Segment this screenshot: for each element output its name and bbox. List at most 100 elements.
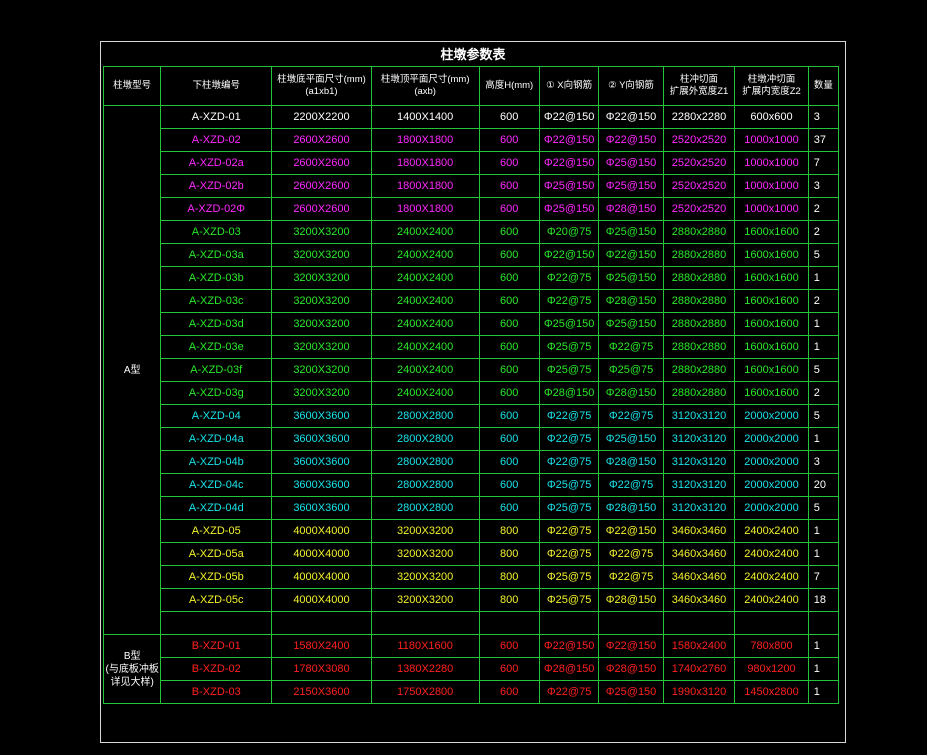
table-cell: 1750X2800	[370, 680, 480, 704]
table-cell: A-XZD-02b	[160, 174, 273, 198]
column-header: 高度H(mm)	[478, 66, 540, 106]
table-cell: 3600X3600	[271, 404, 372, 428]
table-cell: 3460x3460	[662, 542, 736, 566]
table-cell: 1	[807, 519, 840, 543]
table-row: A-XZD-05 4000X4000 3200X3200 800 Φ22@75 Φ22@1…	[104, 519, 840, 543]
table-cell: 1	[807, 680, 840, 704]
table-cell: A-XZD-04	[160, 404, 273, 428]
table-cell: Φ25@150	[538, 197, 600, 221]
table-cell: 1600x1600	[734, 266, 809, 290]
table-cell: 2800X2800	[370, 496, 480, 520]
table-cell: 2400x2400	[734, 519, 809, 543]
table-cell: 1180X1600	[370, 634, 480, 658]
table-cell: Φ28@150	[598, 381, 664, 405]
table-cell: A-XZD-05a	[160, 542, 273, 566]
table-cell: Φ28@150	[598, 197, 664, 221]
table-cell: 4000X4000	[271, 565, 372, 589]
table-row: A型 A-XZD-01 2200X2200 1400X1400 600 Φ22@150 Φ2…	[102, 105, 840, 635]
table-cell: 1000x1000	[734, 174, 809, 198]
table-cell: Φ22@75	[598, 542, 664, 566]
table-cell: Φ22@150	[598, 105, 664, 129]
table-cell: 3120x3120	[662, 496, 736, 520]
table-cell: B-XZD-03	[160, 680, 273, 704]
table-row: A-XZD-04b 3600X3600 2800X2800 600 Φ22@75 Φ28@…	[104, 450, 840, 474]
table-cell: 7	[807, 151, 840, 175]
table-cell: 1600x1600	[734, 335, 809, 359]
table-cell: 1000x1000	[734, 128, 809, 152]
table-cell: Φ25@75	[538, 588, 600, 612]
table-cell: Φ22@150	[538, 128, 600, 152]
table-cell	[160, 611, 273, 635]
table-cell: 600x600	[734, 105, 809, 129]
table-cell: A-XZD-05c	[160, 588, 273, 612]
table-row: A-XZD-02Φ 2600X2600 1800X1800 600 Φ25@150 Φ28…	[104, 197, 840, 221]
table-cell: 1000x1000	[734, 197, 809, 221]
table-row: A-XZD-05a 4000X4000 3200X3200 800 Φ22@75 Φ22@…	[104, 542, 840, 566]
table-cell: Φ22@150	[538, 105, 600, 129]
table-cell: Φ22@75	[538, 680, 600, 704]
table-cell: 2400x2400	[734, 542, 809, 566]
table-cell: 3	[807, 174, 840, 198]
table-cell: 1450x2800	[734, 680, 809, 704]
table-cell: 1600x1600	[734, 220, 809, 244]
table-cell: Φ25@75	[538, 565, 600, 589]
table-cell: 2400X2400	[370, 289, 480, 313]
table-cell: 800	[478, 565, 540, 589]
table-cell: 600	[478, 427, 540, 451]
table-cell: A-XZD-01	[160, 105, 273, 129]
table-cell: 3600X3600	[271, 473, 372, 497]
table-cell: 1	[807, 427, 840, 451]
group-label: B型 (与底板冲板详见大样)	[102, 634, 162, 704]
table-cell: 5	[807, 358, 840, 382]
table-cell: Φ22@75	[538, 542, 600, 566]
table-cell: 2400X2400	[370, 266, 480, 290]
table-cell: 1	[807, 266, 840, 290]
table-cell: 20	[807, 473, 840, 497]
table-cell: Φ22@75	[598, 335, 664, 359]
header-row: 柱墩型号 下柱墩编号 柱墩底平面尺寸(mm) (a1xb1) 柱墩顶平面尺寸(mm) (a…	[102, 66, 840, 106]
table-cell: Φ25@75	[598, 358, 664, 382]
table-cell: 600	[478, 496, 540, 520]
table-cell: 3600X3600	[271, 427, 372, 451]
table-row	[104, 611, 840, 635]
table-cell: 600	[478, 220, 540, 244]
table-row: A-XZD-02b 2600X2600 1800X1800 600 Φ25@150 Φ25…	[104, 174, 840, 198]
table-row: B型 (与底板冲板详见大样) B-XZD-01 1580X2400 1180X1600 6…	[102, 634, 840, 704]
table-row: A-XZD-05c 4000X4000 3200X3200 800 Φ25@75 Φ28@…	[104, 588, 840, 612]
table-cell: A-XZD-05b	[160, 565, 273, 589]
table-cell: B-XZD-01	[160, 634, 273, 658]
table-cell: Φ25@150	[538, 312, 600, 336]
table-cell: 600	[478, 174, 540, 198]
table-cell: 600	[478, 381, 540, 405]
table-cell: 18	[807, 588, 840, 612]
table-cell: 3200X3200	[271, 358, 372, 382]
table-cell: A-XZD-03d	[160, 312, 273, 336]
table-cell: 3200X3200	[271, 243, 372, 267]
table-cell: 3600X3600	[271, 450, 372, 474]
table-row: A-XZD-02a 2600X2600 1800X1800 600 Φ22@150 Φ25…	[104, 151, 840, 175]
table-cell: 2520x2520	[662, 128, 736, 152]
table-cell: 2280x2280	[662, 105, 736, 129]
table-cell: 2600X2600	[271, 197, 372, 221]
table-row: A-XZD-03f 3200X3200 2400X2400 600 Φ25@75 Φ25@…	[104, 358, 840, 382]
table-cell: 3120x3120	[662, 473, 736, 497]
table-cell: 800	[478, 588, 540, 612]
table-cell: 2880x2880	[662, 289, 736, 313]
table-cell: 3460x3460	[662, 519, 736, 543]
column-header: 柱墩底平面尺寸(mm) (a1xb1)	[271, 66, 372, 106]
table-cell: Φ28@150	[598, 588, 664, 612]
table-cell: 600	[478, 335, 540, 359]
table-cell: 5	[807, 243, 840, 267]
table-cell: 600	[478, 266, 540, 290]
table-cell: A-XZD-04c	[160, 473, 273, 497]
table-cell: Φ22@150	[538, 243, 600, 267]
table-cell: 780x800	[734, 634, 809, 658]
table-cell: 3200X3200	[370, 542, 480, 566]
column-header: 柱墩顶平面尺寸(mm) (axb)	[370, 66, 480, 106]
table-cell: 3120x3120	[662, 404, 736, 428]
table-cell: 2520x2520	[662, 151, 736, 175]
table-cell: 600	[478, 151, 540, 175]
table-cell: 4000X4000	[271, 519, 372, 543]
table-cell: 2800X2800	[370, 404, 480, 428]
table-cell: Φ22@150	[598, 634, 664, 658]
